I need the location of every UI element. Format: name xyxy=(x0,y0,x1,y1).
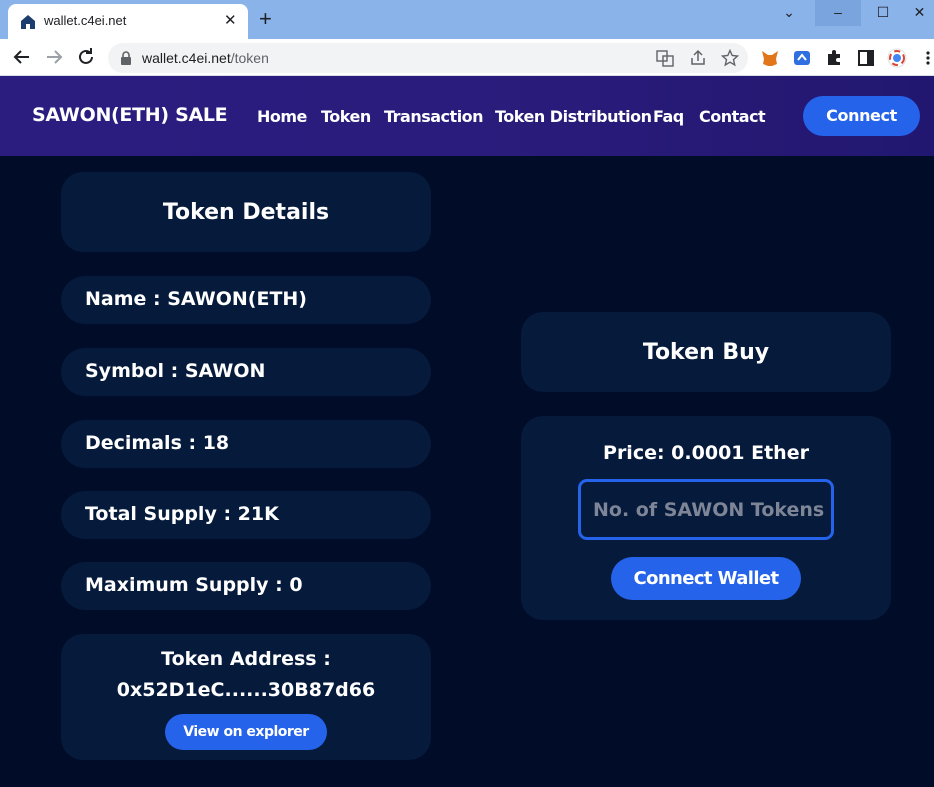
browser-tabstrip: wallet.c4ei.net ✕ + ⌄ – ☐ ✕ xyxy=(0,0,934,39)
token-maximum-supply: Maximum Supply : 0 xyxy=(85,574,303,596)
token-symbol: Symbol : SAWON xyxy=(85,360,266,382)
view-on-explorer-button[interactable]: View on explorer xyxy=(165,714,327,750)
extension-wallet-icon[interactable] xyxy=(792,48,812,68)
token-symbol-row: Symbol : SAWON xyxy=(61,348,431,396)
side-panel-icon[interactable] xyxy=(856,48,876,68)
token-maximum-supply-row: Maximum Supply : 0 xyxy=(61,562,431,610)
profile-avatar-icon[interactable] xyxy=(887,48,907,68)
browser-toolbar: wallet.c4ei.net/token xyxy=(0,39,934,76)
token-price: Price: 0.0001 Ether xyxy=(603,442,809,464)
token-details-title: Token Details xyxy=(162,200,330,225)
url-text: wallet.c4ei.net/token xyxy=(142,50,269,66)
nav-transaction[interactable]: Transaction xyxy=(384,107,484,126)
url-path: /token xyxy=(230,50,269,66)
bookmark-star-icon[interactable] xyxy=(721,49,739,67)
home-favicon-icon xyxy=(21,15,35,29)
nav-token[interactable]: Token xyxy=(321,107,371,126)
token-address-value: 0x52D1eC......30B87d66 xyxy=(116,679,376,701)
nav-faq[interactable]: Faq xyxy=(653,107,684,126)
nav-contact[interactable]: Contact xyxy=(699,107,766,126)
token-address-card: Token Address : 0x52D1eC......30B87d66 V… xyxy=(61,634,431,760)
tab-close-icon[interactable]: ✕ xyxy=(224,13,237,28)
token-details-header: Token Details xyxy=(61,172,431,252)
token-address-label: Token Address : xyxy=(161,648,331,670)
minimize-button[interactable]: – xyxy=(815,0,861,26)
lock-icon xyxy=(121,51,131,65)
token-decimals-row: Decimals : 18 xyxy=(61,420,431,468)
share-icon[interactable] xyxy=(689,49,707,67)
nav-home[interactable]: Home xyxy=(257,107,307,126)
connect-button[interactable]: Connect xyxy=(803,96,920,136)
url-host: wallet.c4ei.net xyxy=(142,50,231,66)
tab-search-icon[interactable]: ⌄ xyxy=(766,0,812,26)
browser-menu-icon[interactable] xyxy=(922,48,934,68)
brand-logo-text[interactable]: SAWON(ETH) SALE xyxy=(32,104,228,126)
tab-title: wallet.c4ei.net xyxy=(44,13,127,28)
token-buy-header: Token Buy xyxy=(521,312,891,392)
forward-icon[interactable] xyxy=(42,45,66,69)
token-name-row: Name : SAWON(ETH) xyxy=(61,276,431,324)
connect-wallet-button[interactable]: Connect Wallet xyxy=(611,557,801,600)
address-bar[interactable]: wallet.c4ei.net/token xyxy=(108,43,748,73)
token-total-supply: Total Supply : 21K xyxy=(85,503,279,525)
nav-token-distribution[interactable]: Token Distribution xyxy=(495,107,652,126)
token-name: Name : SAWON(ETH) xyxy=(85,288,307,310)
token-buy-form: Price: 0.0001 Ether Connect Wallet xyxy=(521,416,891,620)
reload-icon[interactable] xyxy=(74,45,98,69)
token-decimals: Decimals : 18 xyxy=(85,432,230,454)
token-buy-title: Token Buy xyxy=(642,340,770,365)
site-header: SAWON(ETH) SALE Home Token Transaction T… xyxy=(0,76,934,156)
new-tab-button[interactable]: + xyxy=(259,8,272,30)
translate-icon[interactable] xyxy=(656,49,674,67)
maximize-button[interactable]: ☐ xyxy=(860,0,906,26)
back-icon[interactable] xyxy=(10,45,34,69)
close-window-button[interactable]: ✕ xyxy=(905,0,934,26)
token-quantity-input[interactable] xyxy=(578,479,834,540)
extensions-puzzle-icon[interactable] xyxy=(824,48,844,68)
metamask-icon[interactable] xyxy=(760,48,780,68)
browser-tab[interactable]: wallet.c4ei.net ✕ xyxy=(8,4,248,39)
token-total-supply-row: Total Supply : 21K xyxy=(61,491,431,539)
